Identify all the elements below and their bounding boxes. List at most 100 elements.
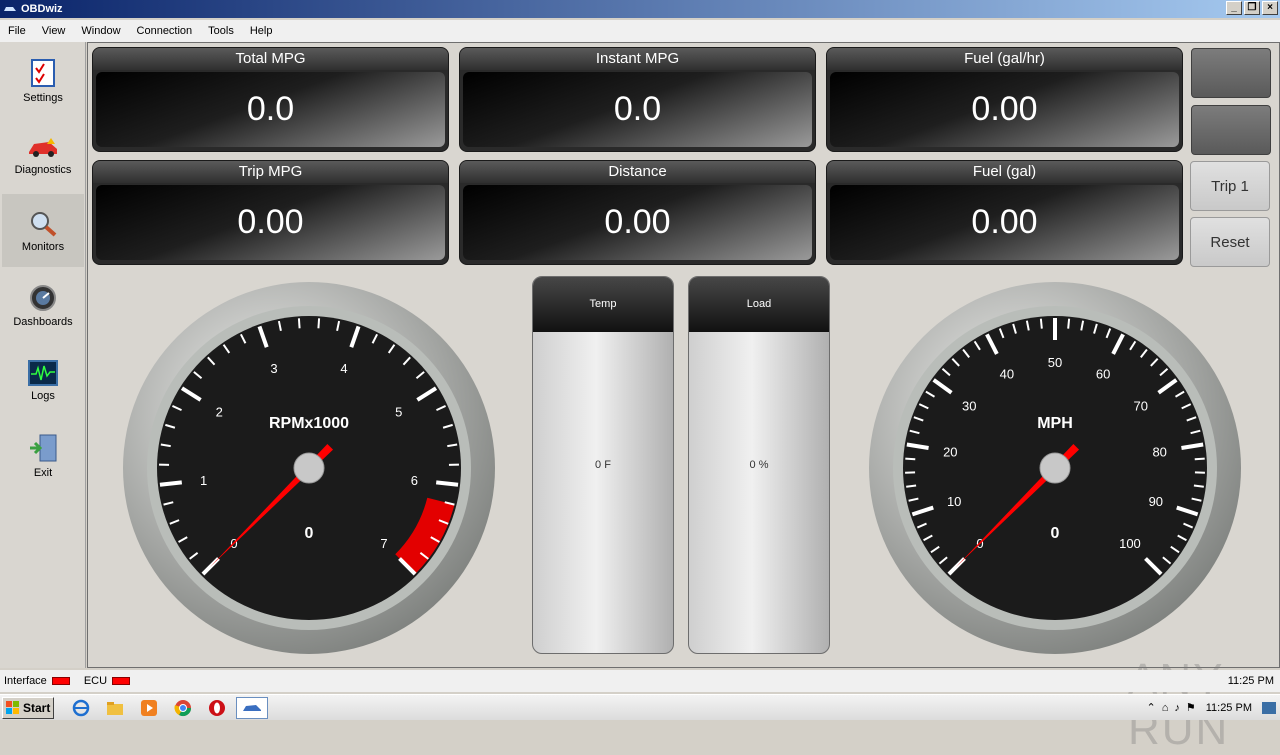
tick-label: 20 [943, 444, 957, 459]
opera-icon[interactable] [208, 699, 226, 717]
exit-door-icon [28, 433, 58, 463]
bar-label: Temp [533, 277, 673, 332]
sidebar-item-monitors[interactable]: Monitors [2, 194, 84, 267]
media-player-icon[interactable] [140, 699, 158, 717]
interface-indicator [52, 677, 70, 685]
menu-tools[interactable]: Tools [200, 25, 242, 37]
fuel-total-panel: Fuel (gal) 0.00 [826, 160, 1183, 265]
ecu-label: ECU [84, 675, 107, 687]
start-label: Start [23, 701, 50, 715]
tick-label: 100 [1119, 536, 1141, 551]
magnifier-icon [27, 209, 59, 237]
temp-bar-gauge: Temp 0 F [532, 276, 674, 654]
minimize-button[interactable]: _ [1226, 1, 1242, 15]
tray-expand-icon[interactable]: ⌃ [1146, 701, 1155, 714]
sidebar-item-dashboards[interactable]: Dashboards [2, 269, 84, 342]
instant-mpg-panel: Instant MPG 0.0 [459, 47, 816, 152]
status-time: 11:25 PM [1228, 675, 1274, 687]
gauge-title: RPMx1000 [269, 415, 349, 432]
sidebar-item-label: Diagnostics [15, 164, 72, 176]
panel-label: Fuel (gal) [827, 161, 1182, 183]
sidebar: Settings Diagnostics Monitors Dashboards… [0, 42, 86, 668]
minor-tick [905, 459, 915, 460]
trip-button[interactable]: Trip 1 [1190, 161, 1270, 211]
folder-icon[interactable] [106, 699, 124, 717]
menu-window[interactable]: Window [73, 25, 128, 37]
interface-label: Interface [4, 675, 47, 687]
blank-button-2[interactable] [1191, 105, 1271, 155]
reset-button[interactable]: Reset [1190, 217, 1270, 267]
volume-icon[interactable]: ♪ [1174, 702, 1180, 714]
panel-value: 0.00 [463, 185, 812, 260]
show-desktop-icon[interactable] [1262, 702, 1276, 714]
needle-hub [294, 453, 324, 483]
taskbar: Start ⌃ ⌂ ♪ ⚑ 11:25 PM [0, 694, 1280, 720]
fuel-rate-panel: Fuel (gal/hr) 0.00 [826, 47, 1183, 152]
flag-icon[interactable]: ⚑ [1186, 701, 1196, 714]
panel-value: 0.0 [96, 72, 445, 147]
panel-label: Instant MPG [460, 48, 815, 70]
car-app-icon [242, 703, 262, 713]
tick-label: 40 [1000, 367, 1014, 382]
tick-label: 7 [380, 536, 387, 551]
panel-label: Fuel (gal/hr) [827, 48, 1182, 70]
car-icon [27, 136, 59, 160]
bar-value: 0 % [689, 459, 829, 471]
gauge-readout: 0 [1051, 525, 1060, 542]
sidebar-item-diagnostics[interactable]: Diagnostics [2, 119, 84, 192]
restore-button[interactable]: ❐ [1244, 1, 1260, 15]
car-app-icon [3, 4, 17, 14]
minor-tick [1195, 459, 1205, 460]
rpm-gauge: 01234567RPMx10000 [122, 281, 496, 655]
tick-label: 70 [1134, 399, 1148, 414]
sidebar-item-label: Logs [31, 390, 55, 402]
panel-label: Total MPG [93, 48, 448, 70]
blank-button-1[interactable] [1191, 48, 1271, 98]
panel-value: 0.00 [830, 72, 1179, 147]
tick-label: 60 [1096, 367, 1110, 382]
network-icon[interactable]: ⌂ [1162, 702, 1169, 714]
bar-value: 0 F [533, 459, 673, 471]
menu-connection[interactable]: Connection [129, 25, 201, 37]
dashboard-area: Total MPG 0.0 Instant MPG 0.0 Fuel (gal/… [87, 42, 1280, 668]
tick-label: 2 [216, 405, 223, 420]
sidebar-item-exit[interactable]: Exit [2, 419, 84, 492]
sidebar-item-label: Exit [34, 467, 52, 479]
menu-file[interactable]: File [0, 25, 34, 37]
tick-label: 6 [411, 473, 418, 488]
obdwiz-taskbar-button[interactable] [236, 697, 268, 719]
panel-label: Trip MPG [93, 161, 448, 183]
minor-tick [299, 318, 300, 328]
chrome-icon[interactable] [174, 699, 192, 717]
gauge-readout: 0 [305, 525, 314, 542]
minor-tick [1194, 486, 1204, 487]
panel-label: Distance [460, 161, 815, 183]
close-button[interactable]: × [1262, 1, 1278, 15]
system-tray: ⌃ ⌂ ♪ ⚑ 11:25 PM [1146, 701, 1276, 714]
trip-mpg-panel: Trip MPG 0.00 [92, 160, 449, 265]
panel-value: 0.00 [830, 185, 1179, 260]
gauge-title: MPH [1037, 415, 1073, 432]
windows-logo-icon [6, 701, 20, 715]
major-tick [160, 482, 182, 484]
major-tick [436, 482, 458, 484]
sidebar-item-label: Monitors [22, 241, 64, 253]
menu-help[interactable]: Help [242, 25, 281, 37]
tick-label: 3 [270, 361, 277, 376]
needle-hub [1040, 453, 1070, 483]
total-mpg-panel: Total MPG 0.0 [92, 47, 449, 152]
start-button[interactable]: Start [2, 697, 54, 719]
tray-clock[interactable]: 11:25 PM [1206, 702, 1252, 714]
sidebar-item-logs[interactable]: Logs [2, 344, 84, 417]
sidebar-item-label: Dashboards [13, 316, 72, 328]
waveform-icon [28, 360, 58, 386]
menu-view[interactable]: View [34, 25, 74, 37]
menu-bar: File View Window Connection Tools Help [0, 20, 1280, 42]
tick-label: 4 [340, 361, 347, 376]
bar-label: Load [689, 277, 829, 332]
minor-tick [906, 486, 916, 487]
sidebar-item-settings[interactable]: Settings [2, 44, 84, 117]
settings-checklist-icon [30, 58, 56, 88]
speed-gauge: 0102030405060708090100MPH0 [868, 281, 1242, 655]
internet-explorer-icon[interactable] [72, 699, 90, 717]
